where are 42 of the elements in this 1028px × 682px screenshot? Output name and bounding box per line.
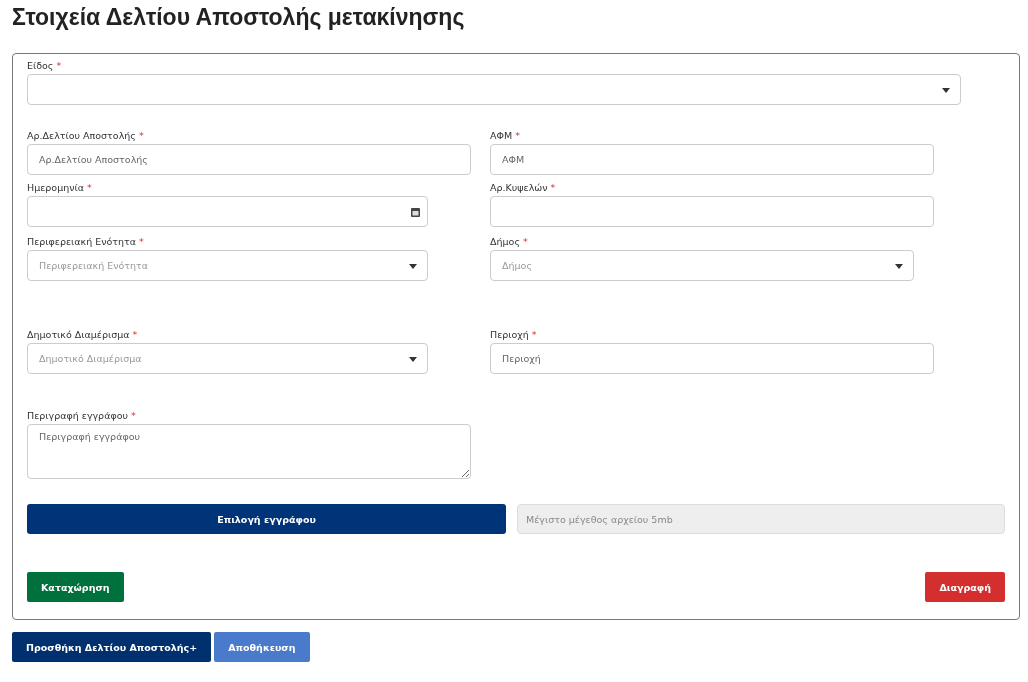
field-label: Δημοτικό Διαμέρισμα: [27, 329, 130, 340]
field-label: Είδος: [27, 60, 54, 71]
required-mark: *: [132, 329, 138, 340]
field-label: Περιοχή: [490, 329, 529, 340]
text-field[interactable]: Αρ.Δελτίου Αποστολής: [27, 144, 471, 175]
add-button[interactable]: Προσθήκη Δελτίου Αποστολής+: [12, 632, 212, 662]
required-mark: *: [515, 130, 520, 141]
caret-icon: [942, 87, 950, 93]
date-field[interactable]: [27, 196, 428, 227]
required-mark: *: [56, 60, 62, 71]
required-mark: *: [138, 130, 144, 141]
text-field[interactable]: [490, 196, 934, 227]
caret-icon: [895, 263, 903, 269]
field-label: Δήμος: [490, 236, 520, 247]
field-label: ΑΦΜ: [490, 130, 513, 141]
required-mark: *: [522, 236, 528, 247]
field-label: Περιγραφή εγγράφου: [27, 410, 128, 421]
required-mark: *: [531, 329, 537, 340]
delete-button[interactable]: Διαγραφή: [925, 572, 1005, 602]
required-mark: *: [550, 182, 556, 193]
field-label: Αρ.Κυψελών: [490, 182, 548, 193]
required-mark: *: [87, 182, 92, 193]
select-field[interactable]: Δήμος: [490, 250, 914, 281]
text-field[interactable]: Περιοχή: [490, 343, 934, 374]
field-label: Ημερομηνία: [27, 182, 84, 193]
caret-icon: [409, 356, 417, 362]
field-label: Περιφερειακή Ενότητα: [27, 236, 137, 247]
field-label: Αρ.Δελτίου Αποστολής: [27, 130, 136, 141]
caret-icon: [409, 263, 417, 269]
select-field[interactable]: Δημοτικό Διαμέρισμα: [27, 343, 428, 374]
page-title: Στοιχεία Δελτίου Αποστολής μετακίνησης: [12, 4, 466, 31]
choose-file-button[interactable]: Επιλογή εγγράφου: [27, 504, 506, 534]
save-button[interactable]: Αποθήκευση: [214, 632, 310, 662]
select-field[interactable]: Περιφερειακή Ενότητα: [27, 250, 428, 281]
required-mark: *: [139, 236, 144, 247]
submit-button[interactable]: Καταχώρηση: [27, 572, 124, 602]
required-mark: *: [131, 410, 136, 421]
text-field[interactable]: ΑΦΜ: [490, 144, 934, 175]
calendar-icon[interactable]: [411, 206, 420, 217]
description-field[interactable]: Περιγραφή εγγράφου: [27, 424, 471, 479]
select-field[interactable]: [27, 74, 961, 105]
file-name-field: Μέγιστο μέγεθος αρχείου 5mb: [517, 504, 1005, 534]
